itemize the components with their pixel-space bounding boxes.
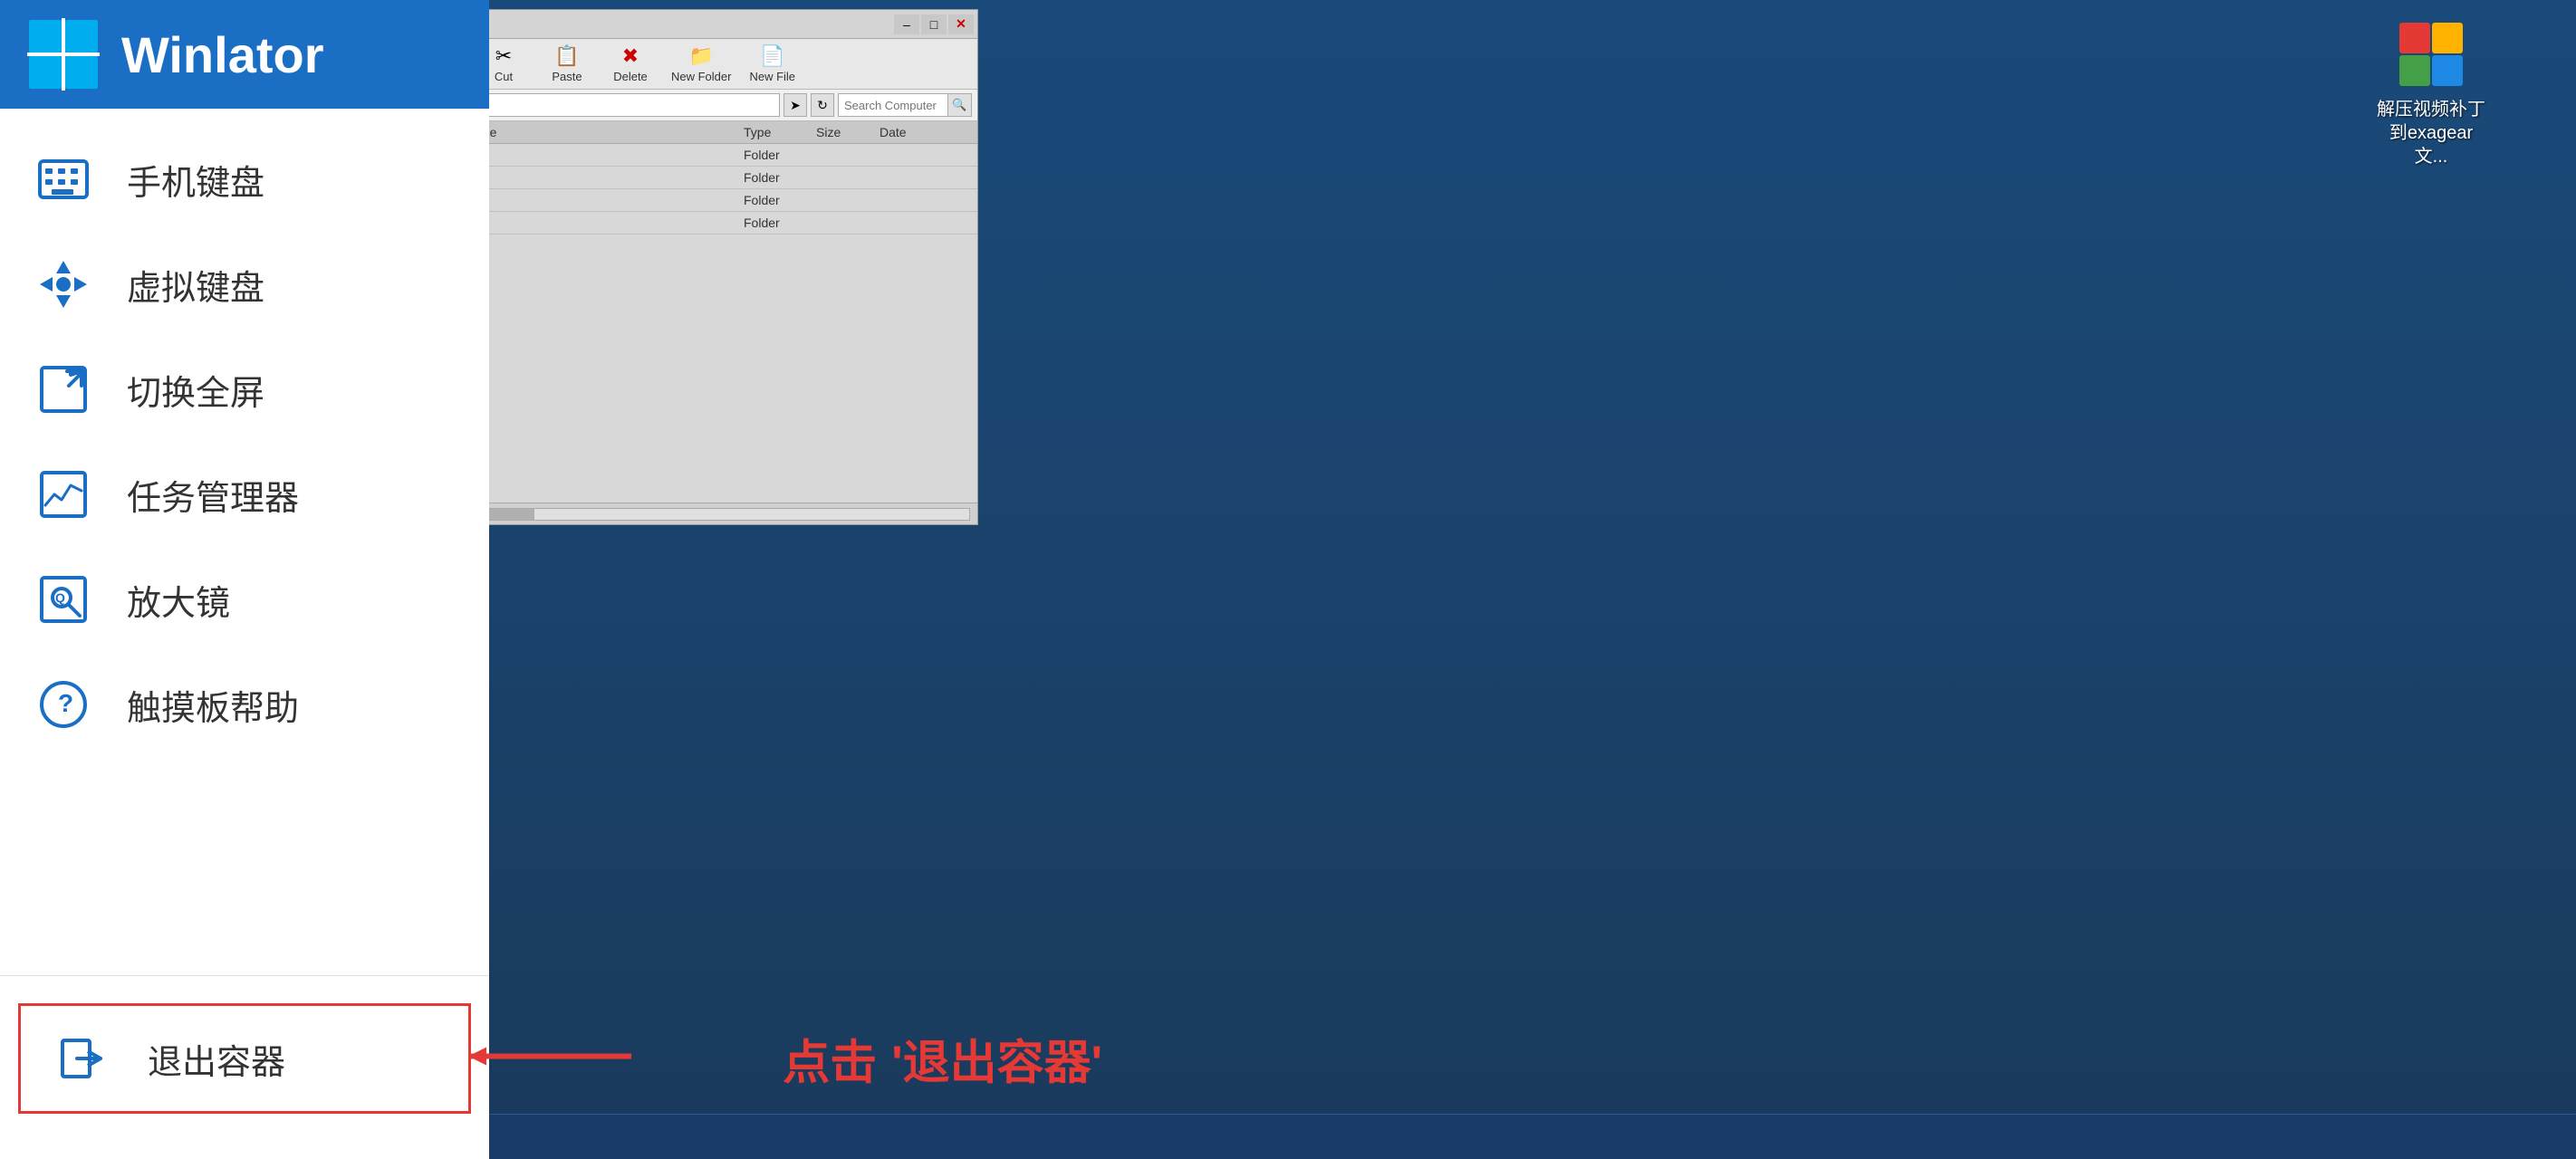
keyboard-icon [36,152,91,206]
paste-icon: 📋 [554,44,579,68]
file-type: Folder [744,170,816,185]
file-type: Folder [744,148,816,162]
file-type: Folder [744,193,816,207]
new-folder-button[interactable]: 📁 New Folder [671,44,731,83]
windows-logo [27,18,100,91]
file-list: me Type Size Date Folder Folder Folder [472,121,977,503]
address-bar: ➤ ↻ 🔍 [472,90,977,121]
col-name: me [479,125,744,139]
sidebar-item-mobile-keyboard[interactable]: 手机键盘 [0,127,489,232]
file-type: Folder [744,216,816,230]
fullscreen-label: 切换全屏 [127,365,264,415]
table-row[interactable]: Folder [472,167,977,189]
delete-label: Delete [613,70,648,83]
minimize-button[interactable]: – [894,14,919,34]
search-box: 🔍 [838,93,972,117]
delete-button[interactable]: ✖ Delete [608,44,653,83]
file-table-body: Folder Folder Folder Folder [472,144,977,503]
file-toolbar: ✂ Cut 📋 Paste ✖ Delete 📁 New Folder 📄 Ne… [472,39,977,90]
task-manager-label: 任务管理器 [127,470,299,520]
sidebar-item-fullscreen[interactable]: 切换全屏 [0,337,489,442]
exit-icon [57,1031,111,1086]
sidebar-items: 手机键盘 虚拟键盘 [0,109,489,975]
annotation-arrow: 点击 '退出容器' [783,1025,1102,1093]
task-manager-icon [36,467,91,522]
close-button[interactable]: ✕ [948,14,974,34]
sidebar-footer: 退出容器 点击 '退出容器' [0,975,489,1159]
file-explorer-window: – □ ✕ ✂ Cut 📋 Paste ✖ Delete 📁 New Folde… [471,9,978,525]
sidebar-item-exit[interactable]: 退出容器 点击 '退出容器' [18,1003,471,1114]
status-bar [472,503,977,524]
app-title: Winlator [121,25,323,84]
sidebar-item-magnifier[interactable]: Q 放大镜 [0,547,489,652]
annotation-click-text: 点击 [783,1025,877,1093]
scrollbar[interactable] [479,508,970,521]
magnifier-label: 放大镜 [127,575,230,625]
search-button[interactable]: 🔍 [947,94,971,116]
col-date: Date [879,125,970,139]
annotation-exit-text: '退出容器' [891,1025,1102,1093]
sidebar-item-task-manager[interactable]: 任务管理器 [0,442,489,547]
virtual-keyboard-label: 虚拟键盘 [127,260,264,310]
touchpad-help-label: 触摸板帮助 [127,680,299,730]
file-table-header: me Type Size Date [472,121,977,144]
archive-icon [2395,18,2467,91]
navigate-button[interactable]: ➤ [783,93,807,117]
cut-icon: ✂ [495,44,512,68]
table-row[interactable]: Folder [472,189,977,212]
mobile-keyboard-label: 手机键盘 [127,155,264,205]
table-row[interactable]: Folder [472,212,977,235]
window-titlebar: – □ ✕ [472,10,977,39]
sidebar-item-touchpad-help[interactable]: ? 触摸板帮助 [0,652,489,757]
exit-label: 退出容器 [148,1034,285,1084]
left-arrow [450,1039,631,1079]
col-size: Size [816,125,879,139]
dpad-icon [36,257,91,311]
maximize-button[interactable]: □ [921,14,947,34]
magnifier-icon: Q [36,572,91,627]
delete-icon: ✖ [622,44,639,68]
sidebar: Winlator 手机键盘 [0,0,489,1159]
new-folder-label: New Folder [671,70,731,83]
desktop-icons: 解压视频补丁到exagear文... [2377,18,2485,168]
paste-label: Paste [552,70,582,83]
address-input[interactable] [477,93,780,117]
col-type: Type [744,125,816,139]
fullscreen-icon [36,362,91,417]
new-file-icon: 📄 [760,44,784,68]
new-file-button[interactable]: 📄 New File [749,44,795,83]
sidebar-header: Winlator [0,0,489,109]
refresh-button[interactable]: ↻ [811,93,834,117]
new-file-label: New File [749,70,795,83]
desktop-icon-label: 解压视频补丁到exagear文... [2377,98,2485,168]
table-row[interactable]: Folder [472,144,977,167]
svg-text:Q: Q [55,590,65,605]
help-icon: ? [36,677,91,732]
new-folder-icon: 📁 [689,44,714,68]
cut-label: Cut [495,70,513,83]
sidebar-item-virtual-keyboard[interactable]: 虚拟键盘 [0,232,489,337]
paste-button[interactable]: 📋 Paste [544,44,590,83]
desktop-icon-archive[interactable]: 解压视频补丁到exagear文... [2377,18,2485,168]
search-input[interactable] [839,94,947,116]
svg-text:?: ? [58,689,73,717]
